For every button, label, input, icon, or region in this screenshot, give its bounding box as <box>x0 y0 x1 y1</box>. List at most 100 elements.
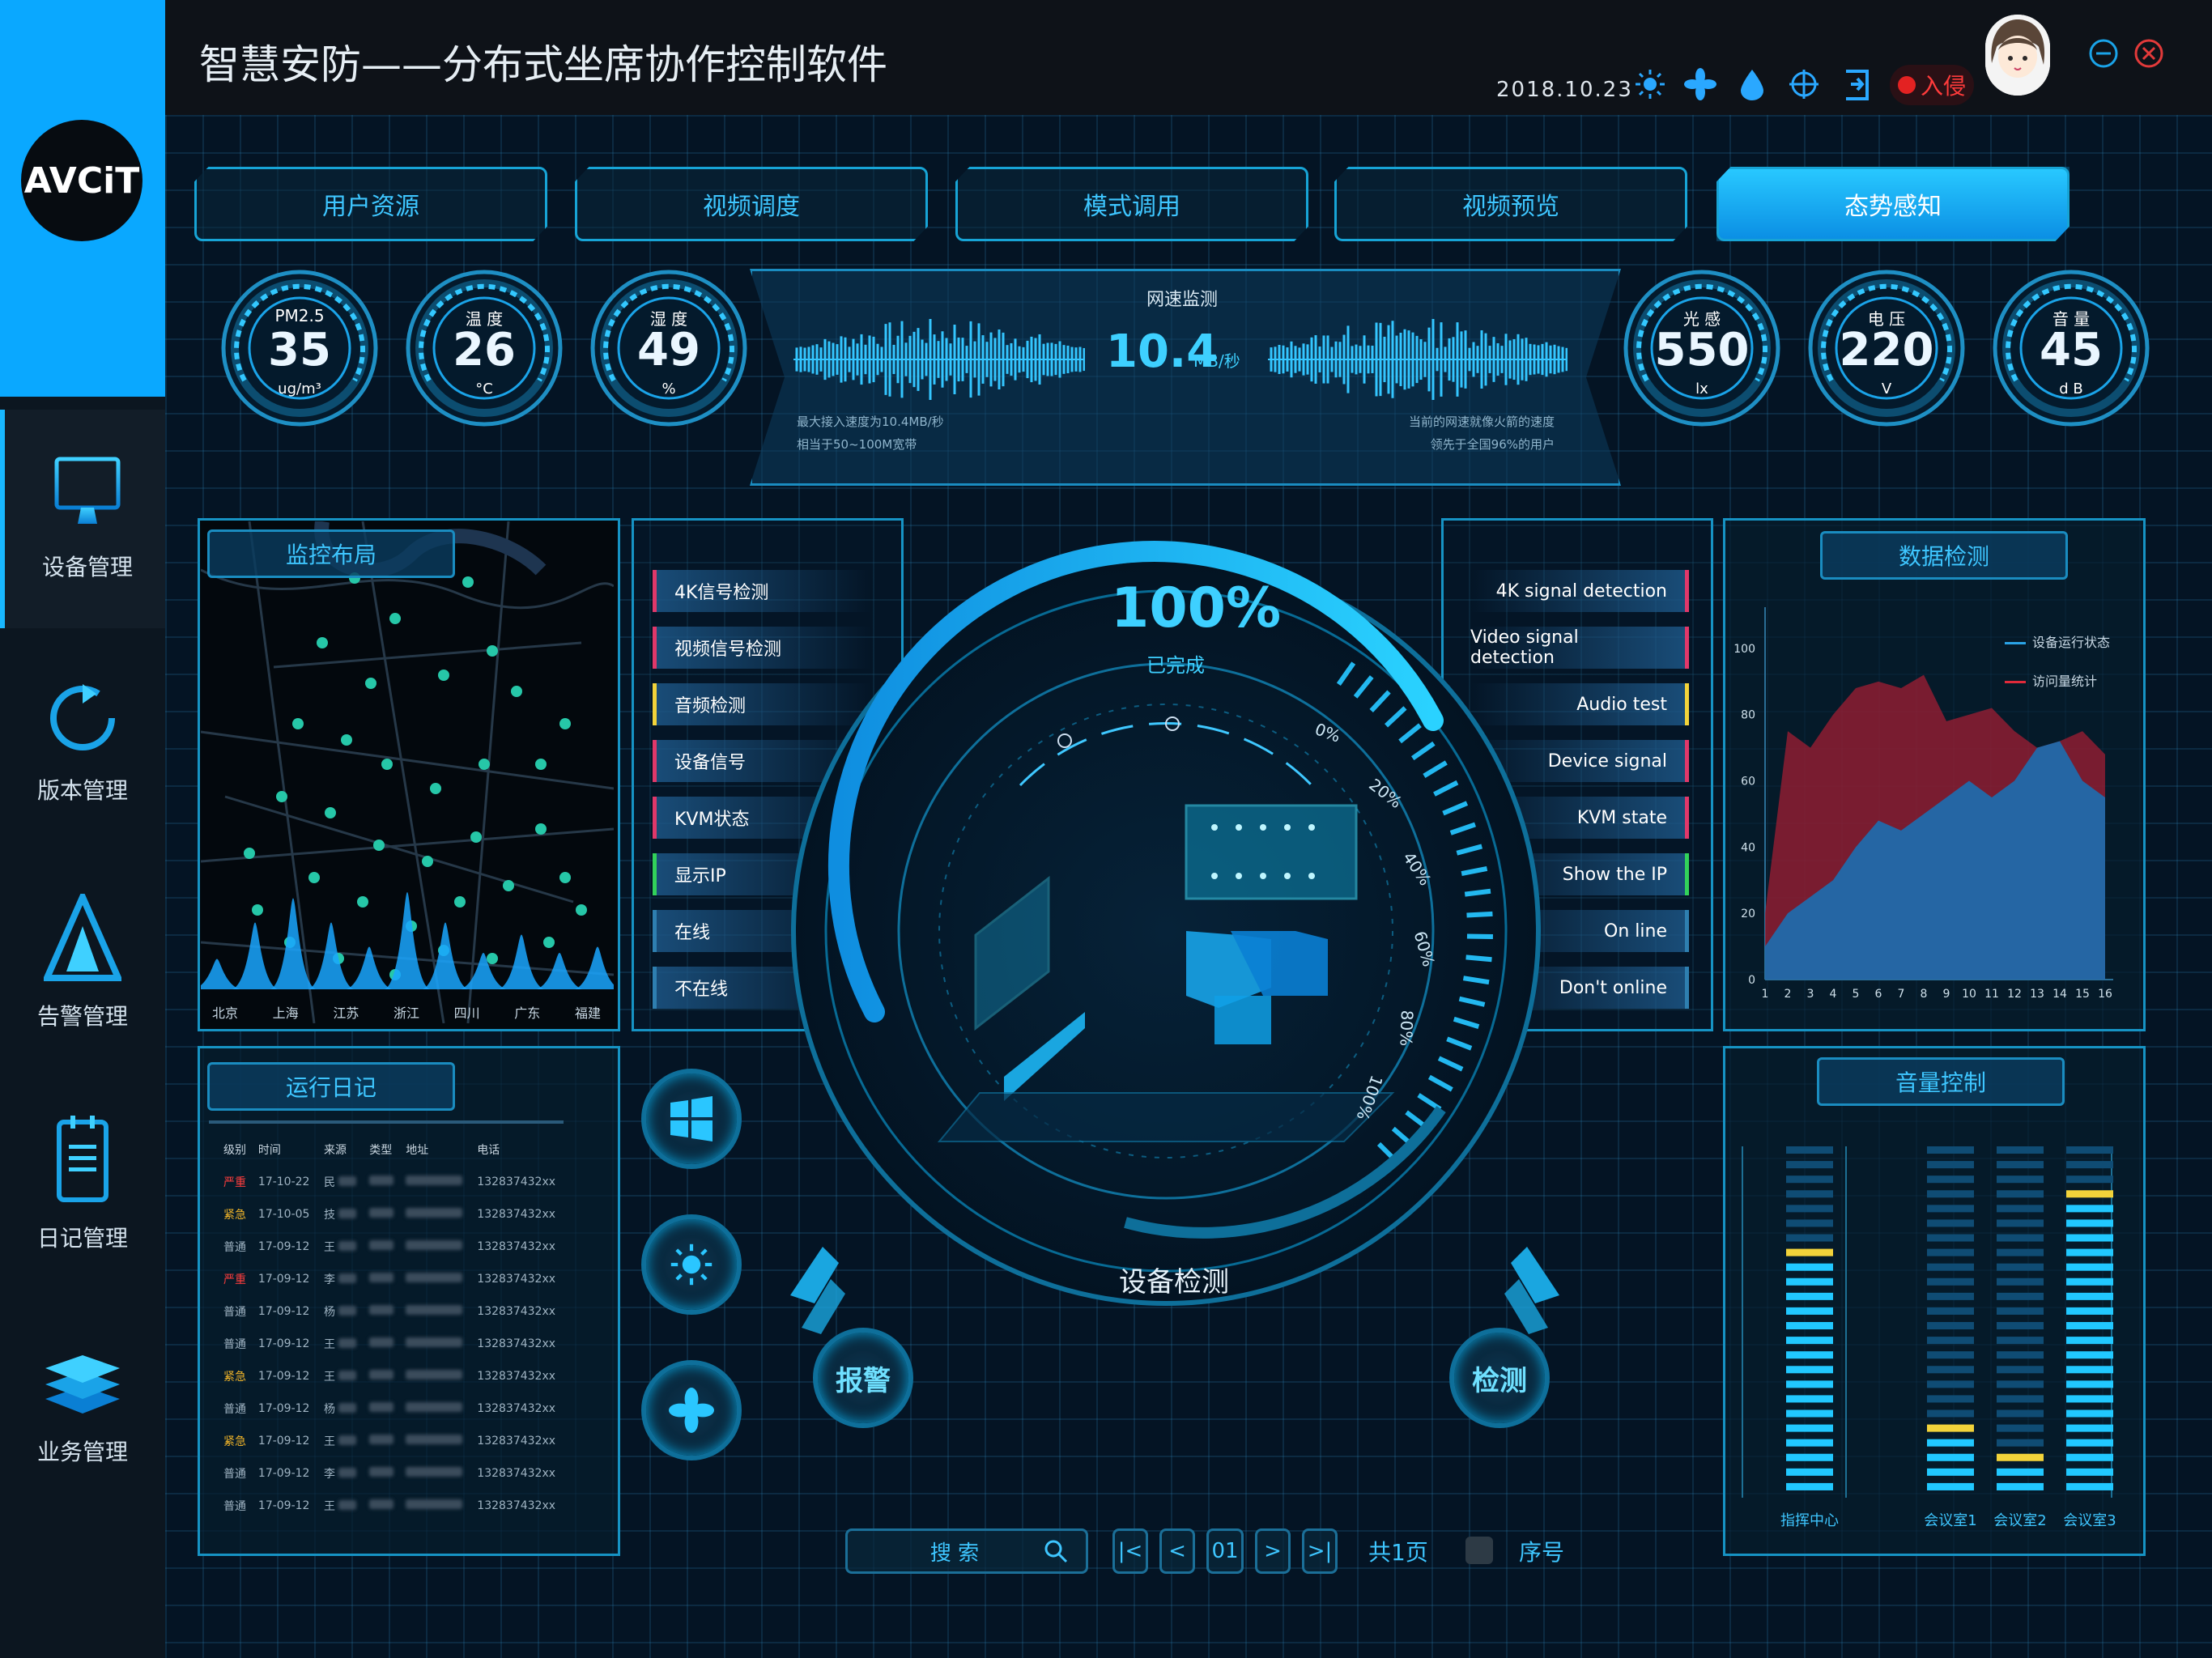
log-row[interactable]: 普通 17-09-12 李 132837432xx <box>219 1457 567 1490</box>
volume-segment <box>1997 1175 2044 1184</box>
volume-segment <box>2066 1322 2113 1330</box>
city-map[interactable] <box>201 521 614 1023</box>
log-source-text: 杨 <box>323 1403 335 1416</box>
log-row[interactable]: 普通 17-09-12 王 132837432xx <box>219 1490 567 1522</box>
x-tick-label: 15 <box>2075 988 2090 1001</box>
volume-segment <box>1927 1322 1974 1330</box>
log-row[interactable]: 普通 17-09-12 王 132837432xx <box>219 1328 567 1360</box>
tab-situation-awareness[interactable]: 态势感知 <box>1716 167 2069 241</box>
log-source: 民 <box>319 1166 364 1198</box>
log-type <box>364 1295 401 1328</box>
sidebar-item-device[interactable]: 设备管理 <box>0 410 170 628</box>
windows-button[interactable] <box>641 1069 742 1169</box>
y-tick-label: 80 <box>1741 709 1755 722</box>
close-icon[interactable] <box>2133 37 2165 70</box>
exit-door-icon[interactable] <box>1843 68 1872 102</box>
alarm-button[interactable]: 报警 <box>813 1328 913 1428</box>
sidebar-item-alarm[interactable]: 告警管理 <box>0 853 165 1072</box>
log-level: 普通 <box>223 1403 246 1416</box>
volume-segment <box>1927 1219 1974 1227</box>
volume-segment <box>1997 1351 2044 1359</box>
log-time: 17-10-22 <box>257 1175 310 1188</box>
minimize-icon[interactable] <box>2087 37 2120 70</box>
map-region-label: 北京 <box>212 1005 239 1021</box>
log-phone: 132837432xx <box>477 1175 556 1188</box>
prev-page-button[interactable]: < <box>1159 1528 1195 1574</box>
page-number-input[interactable]: 01 <box>1206 1528 1244 1574</box>
progress-tick-label: 80% <box>1396 1010 1417 1047</box>
sequence-checkbox[interactable] <box>1465 1537 1493 1564</box>
log-row[interactable]: 普通 17-09-12 王 132837432xx <box>219 1231 567 1263</box>
log-source-text: 王 <box>323 1241 335 1254</box>
data-panel-title: 数据检测 <box>1820 531 2068 580</box>
volume-segment <box>1786 1351 1833 1359</box>
log-level: 普通 <box>223 1500 246 1513</box>
volume-channel-label: 会议室3 <box>2063 1512 2116 1529</box>
search-box[interactable]: 搜 索 <box>845 1528 1088 1574</box>
sun-icon[interactable] <box>1634 68 1666 100</box>
x-tick-label: 7 <box>1898 988 1905 1001</box>
log-row[interactable]: 普通 17-09-12 杨 132837432xx <box>219 1392 567 1425</box>
crosshair-icon[interactable] <box>1788 68 1820 100</box>
next-page-button[interactable]: > <box>1255 1528 1291 1574</box>
sidebar-item-business[interactable]: 业务管理 <box>0 1297 165 1516</box>
volume-channel-label: 指挥中心 <box>1780 1512 1839 1529</box>
x-tick-label: 14 <box>2052 988 2067 1001</box>
volume-segment <box>1927 1161 1974 1169</box>
first-page-button[interactable]: |< <box>1112 1528 1148 1574</box>
search-icon[interactable] <box>1044 1539 1068 1563</box>
tab-mode-call[interactable]: 模式调用 <box>955 167 1308 241</box>
volume-segment <box>1927 1175 1974 1184</box>
log-row[interactable]: 严重 17-09-12 李 132837432xx <box>219 1263 567 1295</box>
log-row[interactable]: 紧急 17-09-12 王 132837432xx <box>219 1425 567 1457</box>
tab-video-dispatch[interactable]: 视频调度 <box>575 167 928 241</box>
volume-segment <box>2066 1337 2113 1345</box>
network-note-left-1: 最大接入速度为10.4MB/秒 <box>797 414 944 429</box>
log-source-text: 王 <box>323 1500 335 1513</box>
volume-segment <box>2066 1205 2113 1213</box>
volume-segment <box>2066 1468 2113 1476</box>
total-pages: 共1页 <box>1368 1539 1428 1566</box>
water-drop-icon[interactable] <box>1739 68 1765 100</box>
log-type <box>364 1263 401 1295</box>
log-row[interactable]: 普通 17-09-12 杨 132837432xx <box>219 1295 567 1328</box>
log-row[interactable]: 紧急 17-09-12 王 132837432xx <box>219 1360 567 1392</box>
log-row[interactable]: 严重 17-10-22 民 132837432xx <box>219 1166 567 1198</box>
map-peak <box>461 953 506 989</box>
user-avatar[interactable] <box>1985 15 2050 96</box>
fan-icon[interactable] <box>1684 68 1716 100</box>
sidebar-item-version[interactable]: 版本管理 <box>0 631 165 850</box>
log-level: 普通 <box>223 1241 246 1254</box>
gauge-unit: V <box>1881 380 1892 397</box>
tab-video-preview[interactable]: 视频预览 <box>1334 167 1687 241</box>
gauge-right-2: 音 量 45 d B <box>1990 267 2152 429</box>
sidebar-item-diary[interactable]: 日记管理 <box>0 1075 165 1294</box>
y-tick-label: 100 <box>1733 643 1755 656</box>
last-page-button[interactable]: >| <box>1302 1528 1338 1574</box>
log-time: 17-09-12 <box>257 1305 310 1318</box>
gauge-unit: ug/m³ <box>278 380 321 397</box>
gauge-value: 26 <box>453 324 516 376</box>
log-time: 17-09-12 <box>257 1467 310 1480</box>
volume-segment <box>1927 1482 1974 1490</box>
notebook-icon <box>57 1116 108 1202</box>
fan-button[interactable] <box>641 1360 742 1460</box>
log-column-header: 类型 <box>369 1144 393 1157</box>
volume-meters[interactable]: 指挥中心 会议室1 会议室2 会议室3 <box>1733 1133 2129 1538</box>
log-level: 紧急 <box>223 1371 246 1384</box>
volume-segment <box>1927 1248 1974 1256</box>
detect-button[interactable]: 检测 <box>1449 1328 1550 1428</box>
gauge-value: 220 <box>1839 324 1934 376</box>
tab-user-resources[interactable]: 用户资源 <box>194 167 547 241</box>
x-tick-label: 5 <box>1853 988 1860 1001</box>
map-peak <box>201 959 240 989</box>
log-address <box>401 1392 472 1425</box>
brightness-button[interactable] <box>641 1214 742 1315</box>
volume-segment <box>1927 1278 1974 1286</box>
log-source-text: 王 <box>323 1435 335 1448</box>
log-row[interactable]: 紧急 17-10-05 技 132837432xx <box>219 1198 567 1231</box>
log-type <box>364 1457 401 1490</box>
intrusion-alarm-button[interactable]: 入侵 <box>1890 65 1974 105</box>
volume-segment <box>1997 1337 2044 1345</box>
gauge-value: 49 <box>637 324 700 376</box>
